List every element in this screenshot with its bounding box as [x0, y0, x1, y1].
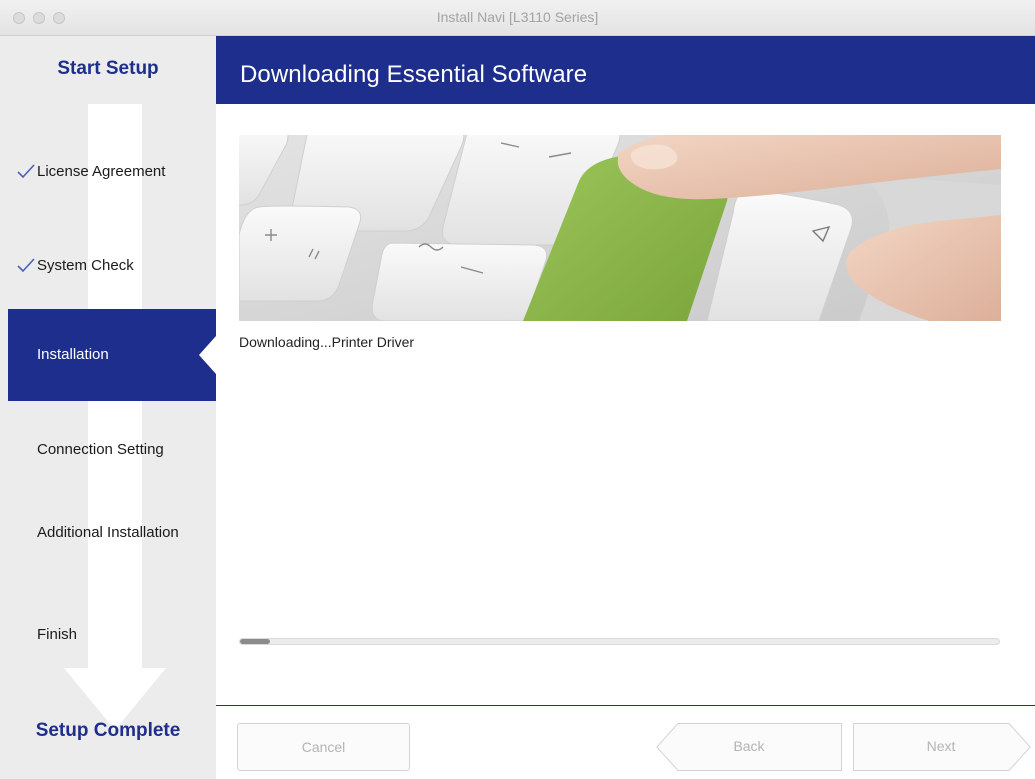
- step-label: Connection Setting: [37, 441, 164, 458]
- window-title-bar: Install Navi [L3110 Series]: [0, 0, 1035, 36]
- download-progress-bar: [239, 638, 1000, 645]
- keyboard-banner-image: [239, 135, 1001, 321]
- step-label: Finish: [37, 626, 78, 643]
- keyboard-illustration: [239, 135, 1001, 321]
- footer-divider: [216, 705, 1035, 706]
- window-title: Install Navi [L3110 Series]: [436, 9, 599, 25]
- setup-steps-sidebar: Start Setup License Agreement System Che…: [0, 36, 216, 779]
- back-button[interactable]: Back: [657, 723, 841, 771]
- page-title: Downloading Essential Software: [240, 61, 588, 88]
- progress-bar-fill: [240, 639, 271, 644]
- step-label: System Check: [37, 257, 134, 274]
- page-header: Downloading Essential Software: [216, 36, 1035, 104]
- cancel-button[interactable]: Cancel: [237, 723, 410, 771]
- start-setup-label: Start Setup: [57, 58, 159, 79]
- check-icon: [16, 256, 36, 278]
- step-installation-active: Installation: [8, 309, 216, 401]
- download-status-text: Downloading...Printer Driver: [239, 334, 415, 350]
- active-step-pointer: [199, 336, 216, 374]
- check-icon: [16, 162, 36, 184]
- setup-complete-label: Setup Complete: [35, 720, 181, 741]
- step-label: License Agreement: [37, 163, 166, 180]
- step-label: Additional Installation: [37, 524, 179, 541]
- next-button[interactable]: Next: [853, 723, 1029, 771]
- step-label: Installation: [37, 346, 109, 363]
